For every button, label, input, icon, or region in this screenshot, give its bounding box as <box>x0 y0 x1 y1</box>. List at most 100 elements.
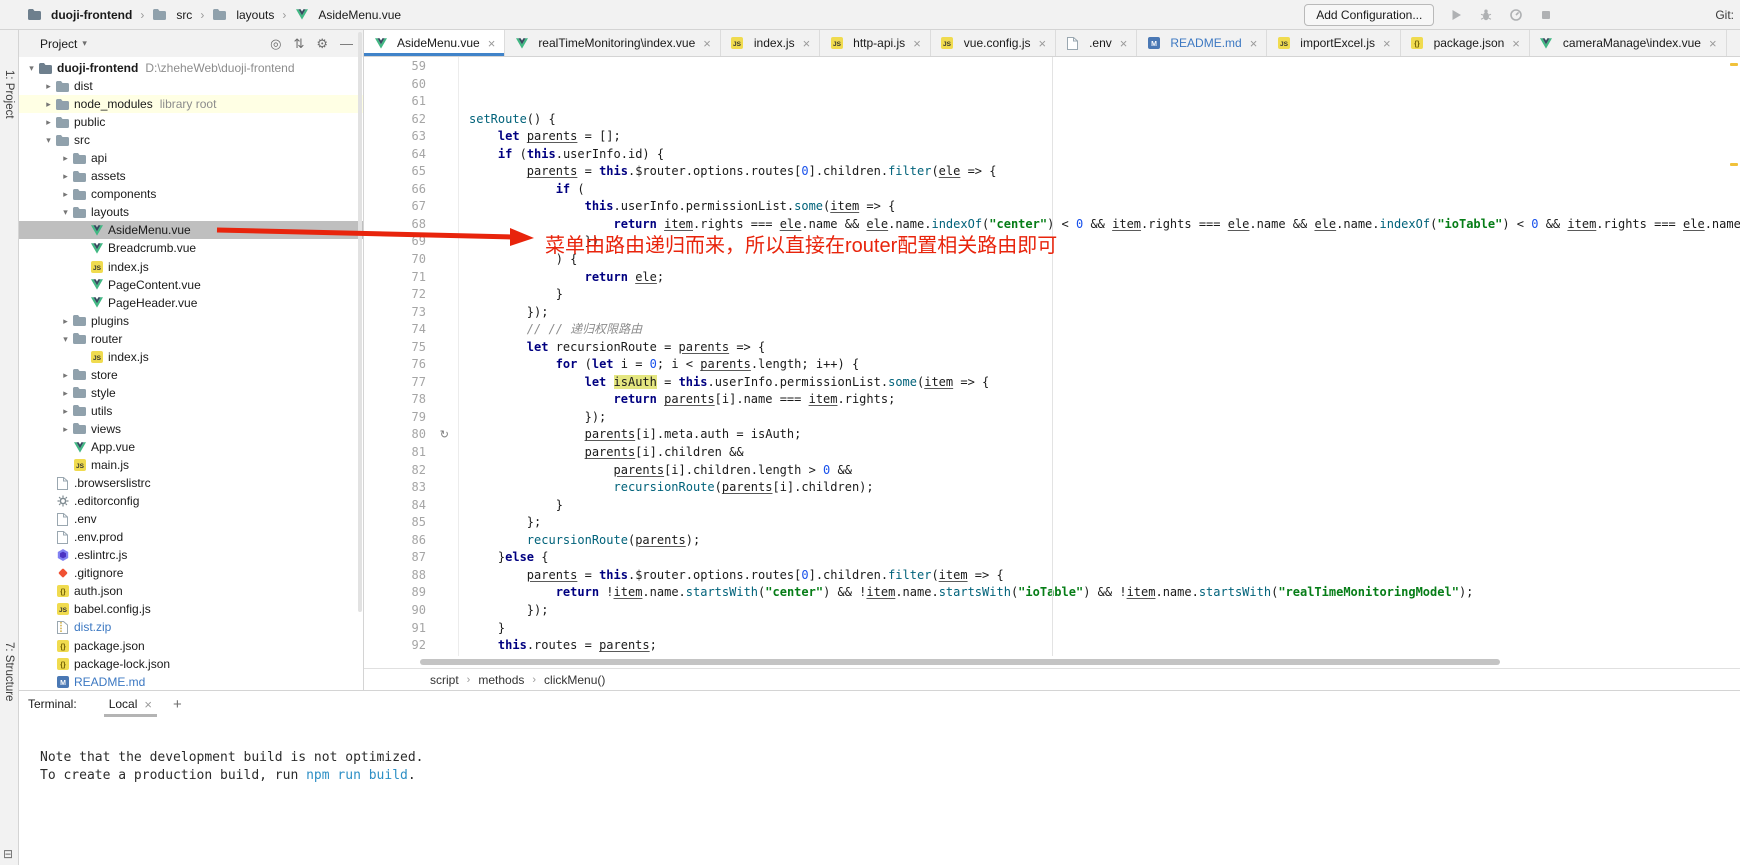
line-number[interactable]: 64 <box>364 146 458 164</box>
tab-readme-md[interactable]: MREADME.md× <box>1137 30 1267 56</box>
breadcrumb-src[interactable]: src <box>152 8 192 22</box>
chevron-down-icon[interactable]: ▾ <box>82 38 87 49</box>
line-number[interactable]: 70 <box>364 251 458 269</box>
terminal-tab-local[interactable]: Local × <box>104 691 157 717</box>
line-number[interactable]: 81 <box>364 444 458 462</box>
line-number[interactable]: 89 <box>364 584 458 602</box>
tab-env[interactable]: .env× <box>1056 30 1137 56</box>
tree-item-dist[interactable]: ▸dist <box>19 77 363 95</box>
tab-asidemenu-vue[interactable]: AsideMenu.vue× <box>364 30 505 56</box>
editor-scrollbar[interactable] <box>1727 57 1740 656</box>
tree-item-dist-zip[interactable]: dist.zip <box>19 618 363 636</box>
tree-item-plugins[interactable]: ▸plugins <box>19 312 363 330</box>
line-number[interactable]: 59 <box>364 58 458 76</box>
tree-item-babel-config-js[interactable]: JSbabel.config.js <box>19 600 363 618</box>
tree-item-package-json[interactable]: {}package.json <box>19 637 363 655</box>
tree-item-env[interactable]: .env <box>19 510 363 528</box>
tree-item-index-js[interactable]: JSindex.js <box>19 348 363 366</box>
run-icon[interactable] <box>1447 6 1464 23</box>
chevron-collapsed-icon[interactable]: ▸ <box>42 113 55 131</box>
chevron-collapsed-icon[interactable]: ▸ <box>59 312 72 330</box>
chevron-expanded-icon[interactable]: ▾ <box>25 59 38 77</box>
project-tool-button[interactable]: 1: Project <box>3 70 15 119</box>
close-icon[interactable]: × <box>488 36 496 51</box>
tool-windows-icon[interactable]: ⊟ <box>3 847 13 861</box>
line-number[interactable]: 75 <box>364 339 458 357</box>
tab-http-api-js[interactable]: JShttp-api.js× <box>820 30 931 56</box>
project-panel-title[interactable]: Project <box>40 37 77 51</box>
tree-item-style[interactable]: ▸style <box>19 384 363 402</box>
structure-tool-button[interactable]: 7: Structure <box>3 642 15 701</box>
tree-item-browserslistrc[interactable]: .browserslistrc <box>19 474 363 492</box>
git-branch-label[interactable]: Git: <box>1715 8 1734 22</box>
breadcrumb-layouts[interactable]: layouts <box>212 8 274 22</box>
project-tree-scrollbar[interactable] <box>358 32 362 612</box>
close-icon[interactable]: × <box>1383 36 1391 51</box>
breadcrumb-clickmenu[interactable]: clickMenu() <box>544 673 605 687</box>
tree-item-env-prod[interactable]: .env.prod <box>19 528 363 546</box>
chevron-collapsed-icon[interactable]: ▸ <box>59 167 72 185</box>
tab-package-json[interactable]: {}package.json× <box>1401 30 1530 56</box>
hscrollbar-thumb[interactable] <box>420 659 1500 665</box>
line-number[interactable]: 67 <box>364 198 458 216</box>
chevron-expanded-icon[interactable]: ▾ <box>42 131 55 149</box>
tree-item-breadcrumb-vue[interactable]: Breadcrumb.vue <box>19 239 363 257</box>
line-number[interactable]: 88 <box>364 567 458 585</box>
code-area[interactable]: setRoute() { let parents = []; if (this.… <box>459 57 1740 656</box>
line-number[interactable]: 61 <box>364 93 458 111</box>
line-number[interactable]: 78 <box>364 391 458 409</box>
line-number[interactable]: 87 <box>364 549 458 567</box>
tree-item-assets[interactable]: ▸assets <box>19 167 363 185</box>
tree-item-store[interactable]: ▸store <box>19 366 363 384</box>
tree-item-gitignore[interactable]: .gitignore <box>19 564 363 582</box>
hide-panel-icon[interactable]: — <box>340 37 353 50</box>
line-number[interactable]: 72 <box>364 286 458 304</box>
line-number[interactable]: 76 <box>364 356 458 374</box>
chevron-collapsed-icon[interactable]: ▸ <box>42 77 55 95</box>
tree-item-auth-json[interactable]: {}auth.json <box>19 582 363 600</box>
tab-cameramanage-index-vue[interactable]: cameraManage\index.vue× <box>1530 30 1727 56</box>
close-icon[interactable]: × <box>703 36 711 51</box>
sort-icon[interactable]: ⇅ <box>293 37 304 50</box>
tree-item-public[interactable]: ▸public <box>19 113 363 131</box>
tree-item-layouts[interactable]: ▾layouts <box>19 203 363 221</box>
tree-item-eslintrc-js[interactable]: .eslintrc.js <box>19 546 363 564</box>
debug-bug-icon[interactable] <box>1477 6 1494 23</box>
chevron-collapsed-icon[interactable]: ▸ <box>59 185 72 203</box>
tree-item-utils[interactable]: ▸utils <box>19 402 363 420</box>
recursive-call-icon[interactable]: ↻ <box>440 426 449 444</box>
locate-file-icon[interactable]: ◎ <box>270 37 281 50</box>
line-number[interactable]: 80↻ <box>364 426 458 444</box>
line-number[interactable]: 65 <box>364 163 458 181</box>
line-number[interactable]: 84 <box>364 497 458 515</box>
breadcrumb-duoji-frontend[interactable]: duoji-frontend <box>27 8 132 22</box>
close-icon[interactable]: × <box>913 36 921 51</box>
tree-item-index-js[interactable]: JSindex.js <box>19 258 363 276</box>
tree-item-components[interactable]: ▸components <box>19 185 363 203</box>
close-icon[interactable]: × <box>1250 36 1258 51</box>
close-icon[interactable]: × <box>803 36 811 51</box>
tree-item-router[interactable]: ▾router <box>19 330 363 348</box>
line-number[interactable]: 92 <box>364 637 458 655</box>
chevron-expanded-icon[interactable]: ▾ <box>59 330 72 348</box>
breadcrumb-methods[interactable]: methods <box>478 673 524 687</box>
add-configuration-button[interactable]: Add Configuration... <box>1304 4 1434 26</box>
terminal-output[interactable]: Note that the development build is not o… <box>19 717 1740 785</box>
tree-item-asidemenu-vue[interactable]: AsideMenu.vue <box>19 221 363 239</box>
tree-item-editorconfig[interactable]: .editorconfig <box>19 492 363 510</box>
close-icon[interactable]: × <box>1120 36 1128 51</box>
stop-icon[interactable] <box>1537 6 1554 23</box>
tree-item-pagecontent-vue[interactable]: PageContent.vue <box>19 276 363 294</box>
line-number[interactable]: 69 <box>364 233 458 251</box>
tree-item-api[interactable]: ▸api <box>19 149 363 167</box>
line-number[interactable]: 90 <box>364 602 458 620</box>
tab-index-js[interactable]: JSindex.js× <box>721 30 820 56</box>
line-number[interactable]: 73 <box>364 304 458 322</box>
tab-realtimemonitoring-index-vue[interactable]: realTimeMonitoring\index.vue× <box>505 30 721 56</box>
chevron-collapsed-icon[interactable]: ▸ <box>59 402 72 420</box>
chevron-collapsed-icon[interactable]: ▸ <box>59 149 72 167</box>
tree-item-views[interactable]: ▸views <box>19 420 363 438</box>
editor-hscrollbar[interactable] <box>364 656 1740 668</box>
line-number[interactable]: 74 <box>364 321 458 339</box>
line-number[interactable]: 85 <box>364 514 458 532</box>
